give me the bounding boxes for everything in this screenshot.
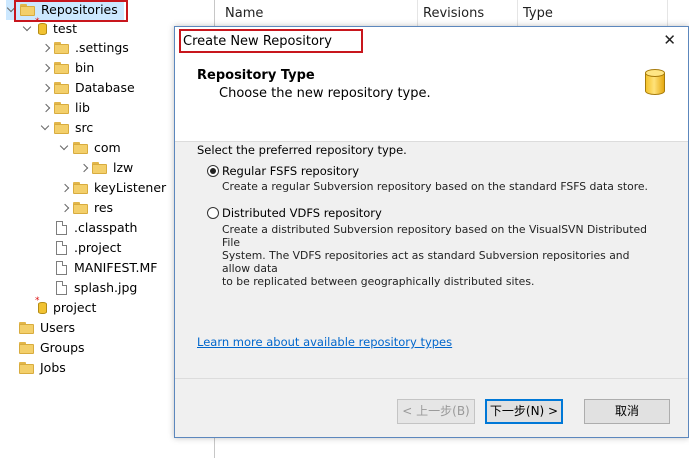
dialog-button-bar: < 上一步(B) 下一步(N) > 取消 [175, 378, 688, 439]
chevron-down-icon[interactable] [40, 118, 52, 138]
radio-fsfs[interactable]: Regular FSFS repository [207, 163, 359, 179]
tree-label: .settings [75, 40, 129, 55]
vdfs-description: Create a distributed Subversion reposito… [222, 223, 652, 288]
repository-icon: * [35, 18, 47, 35]
tree-label: test [53, 21, 78, 36]
chevron-right-icon[interactable] [59, 198, 71, 218]
radio-unselected-icon[interactable] [207, 207, 219, 219]
tree-label: MANIFEST.MF [74, 260, 158, 275]
tree-node-jobs[interactable]: Jobs [17, 358, 66, 378]
tree-label: Groups [40, 340, 85, 355]
tree-node-lzw[interactable]: lzw [78, 158, 133, 178]
dialog-header: Repository Type Choose the new repositor… [175, 55, 688, 142]
radio-vdfs[interactable]: Distributed VDFS repository [207, 205, 382, 221]
tree-node-settings[interactable]: .settings [40, 38, 129, 58]
tree-label: lib [75, 100, 90, 115]
folder-icon [19, 342, 35, 354]
folder-icon [19, 322, 35, 334]
tree-node-keylistener[interactable]: keyListener [59, 178, 166, 198]
create-repository-dialog: Create New Repository ✕ Repository Type … [174, 26, 689, 438]
tree-node-groups[interactable]: Groups [17, 338, 85, 358]
folder-icon [54, 42, 70, 54]
folder-icon [54, 102, 70, 114]
tree-label: com [94, 140, 121, 155]
vdfs-description-line: System. The VDFS repositories act as sta… [222, 249, 630, 275]
tree-node-bin[interactable]: bin [40, 58, 94, 78]
tree-node-res[interactable]: res [59, 198, 113, 218]
fsfs-description: Create a regular Subversion repository b… [222, 180, 648, 193]
tree-label: Users [40, 320, 76, 335]
file-icon [56, 241, 67, 255]
folder-icon [73, 202, 89, 214]
repository-database-icon [645, 69, 665, 98]
tree-label: .classpath [74, 220, 138, 235]
tree-node-test[interactable]: * test [22, 18, 78, 39]
type-prompt: Select the preferred repository type. [197, 143, 407, 157]
tree-label: project [53, 300, 97, 315]
radio-vdfs-label: Distributed VDFS repository [222, 206, 382, 220]
file-icon [56, 221, 67, 235]
folder-icon [54, 62, 70, 74]
radio-fsfs-label: Regular FSFS repository [222, 164, 359, 178]
repository-icon: * [35, 297, 47, 314]
chevron-right-icon[interactable] [40, 98, 52, 118]
tree-label: res [94, 200, 114, 215]
chevron-right-icon[interactable] [40, 58, 52, 78]
tree-label: lzw [113, 160, 134, 175]
tree-node-project-file[interactable]: .project [52, 238, 121, 258]
chevron-right-icon[interactable] [40, 38, 52, 58]
modified-marker: * [35, 296, 40, 306]
chevron-down-icon[interactable] [22, 19, 34, 39]
back-button[interactable]: < 上一步(B) [397, 399, 475, 424]
folder-icon [54, 122, 70, 134]
tree-label: splash.jpg [74, 280, 138, 295]
column-header-type[interactable]: Type [517, 0, 637, 28]
folder-icon [73, 182, 89, 194]
next-button[interactable]: 下一步(N) > [485, 399, 563, 424]
column-header-revisions[interactable]: Revisions [417, 0, 517, 28]
tree-node-lib[interactable]: lib [40, 98, 90, 118]
folder-icon [73, 142, 89, 154]
chevron-down-icon[interactable] [59, 138, 71, 158]
tree-label: Database [75, 80, 135, 95]
folder-icon [92, 162, 108, 174]
tree-node-src[interactable]: src [40, 118, 93, 138]
column-divider[interactable] [667, 0, 668, 28]
annotation-highlight-box [179, 29, 363, 53]
chevron-right-icon[interactable] [78, 158, 90, 178]
close-icon[interactable]: ✕ [663, 32, 676, 48]
vdfs-description-line: Create a distributed Subversion reposito… [222, 223, 647, 249]
vdfs-description-line: to be replicated between geographically … [222, 275, 535, 288]
tree-label: keyListener [94, 180, 167, 195]
file-icon [56, 261, 67, 275]
tree-label: src [75, 120, 94, 135]
folder-icon [19, 362, 35, 374]
column-header-name[interactable]: Name [219, 0, 419, 28]
tree-label: bin [75, 60, 95, 75]
tree-label: .project [74, 240, 122, 255]
tree-node-database[interactable]: Database [40, 78, 135, 98]
tree-node-users[interactable]: Users [17, 318, 75, 338]
cancel-button[interactable]: 取消 [584, 399, 670, 424]
tree-node-com[interactable]: com [59, 138, 121, 158]
tree-node-manifest[interactable]: MANIFEST.MF [52, 258, 158, 278]
learn-more-link[interactable]: Learn more about available repository ty… [197, 335, 452, 349]
chevron-right-icon[interactable] [59, 178, 71, 198]
header-subtitle: Choose the new repository type. [219, 86, 431, 101]
tree-node-splash[interactable]: splash.jpg [52, 278, 137, 298]
tree-node-project-repo[interactable]: * project [34, 297, 97, 318]
tree-label: Jobs [40, 360, 66, 375]
folder-icon [54, 82, 70, 94]
tree-node-classpath[interactable]: .classpath [52, 218, 137, 238]
chevron-right-icon[interactable] [40, 78, 52, 98]
file-icon [56, 281, 67, 295]
radio-selected-icon[interactable] [207, 165, 219, 177]
annotation-highlight-box [14, 0, 128, 22]
header-title: Repository Type [197, 68, 315, 83]
